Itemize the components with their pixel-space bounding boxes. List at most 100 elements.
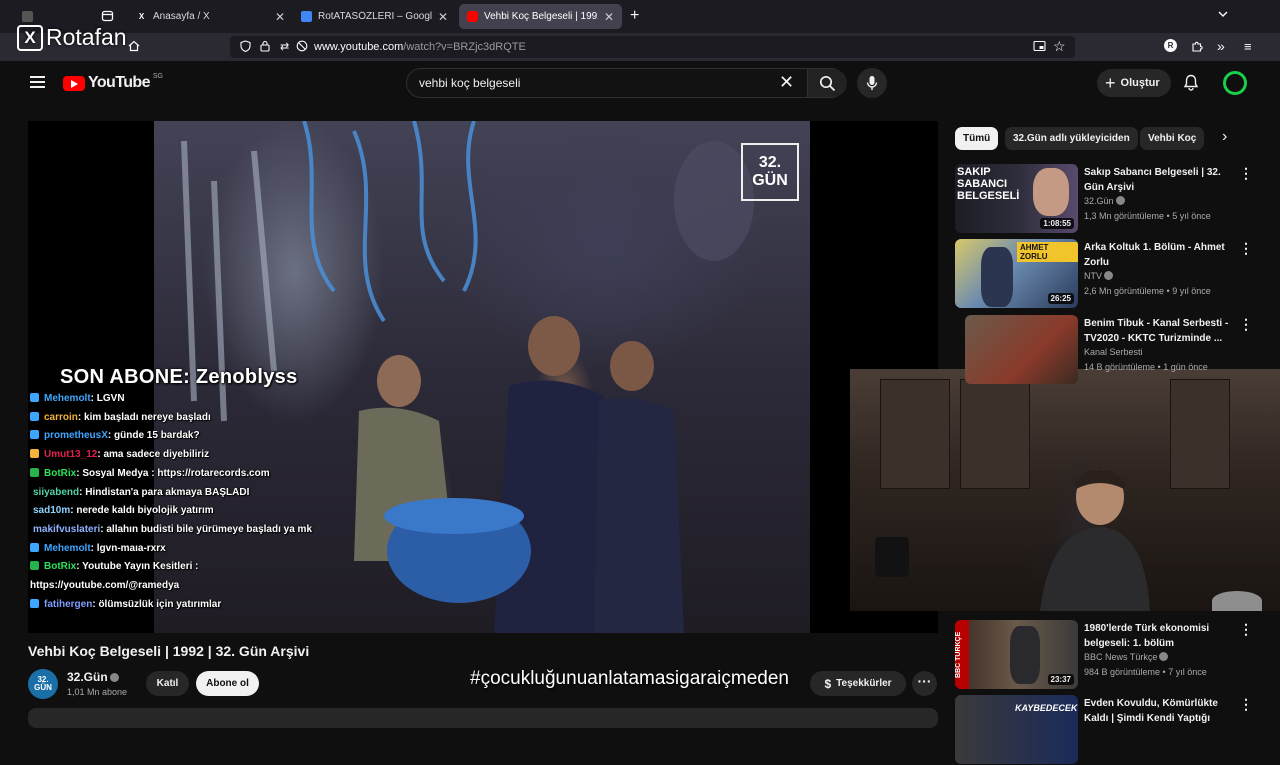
chat-text: https://youtube.com/@ramedya: [30, 580, 180, 592]
streamer-logo-text: Rotafan: [46, 24, 127, 50]
thanks-button[interactable]: $ Teşekkürler: [810, 671, 906, 696]
video-title[interactable]: Benim Tibuk - Kanal Serbesti - TV2020 - …: [1084, 316, 1234, 346]
tab-google-docs[interactable]: RotATASÖZLERİ – Google Dokü ✕: [293, 4, 456, 29]
chip-all[interactable]: Tümü: [955, 127, 999, 150]
recommended-video[interactable]: BBC TÜRKÇE 23:37 1980'lerde Türk ekonomi…: [955, 620, 1265, 690]
streamer-logo: X Rotafan: [17, 24, 127, 51]
recommended-video[interactable]: AHMET ZORLU 26:25 Arka Koltuk 1. Bölüm -…: [955, 239, 1265, 309]
extensions-puzzle-icon[interactable]: [1191, 40, 1203, 55]
channel-name[interactable]: 32.Gün: [67, 670, 119, 684]
chat-username: fatihergen: [44, 598, 93, 610]
clear-search-icon[interactable]: ✕: [779, 72, 794, 93]
close-tab-icon[interactable]: ✕: [275, 10, 285, 24]
close-tab-icon[interactable]: ✕: [604, 10, 614, 24]
x-logo-icon: X: [17, 24, 43, 51]
new-tab-icon[interactable]: +: [630, 7, 639, 25]
chip-from-uploader[interactable]: 32.Gün adlı yükleyiciden: [1005, 127, 1138, 150]
overflow-chevrons-icon[interactable]: »: [1217, 38, 1225, 54]
tab-list-chevron-icon[interactable]: [1217, 8, 1229, 23]
url-host: www.youtube.com: [314, 41, 404, 53]
video-thumbnail[interactable]: SAKIP SABANCI BELGESELİ 1:08:55: [955, 164, 1078, 233]
search-box[interactable]: vehbi koç belgeseli ✕: [406, 68, 847, 98]
create-button[interactable]: + Oluştur: [1097, 69, 1171, 97]
video-duration: 23:37: [1047, 674, 1074, 685]
video-duration: 26:25: [1047, 293, 1074, 304]
account-avatar[interactable]: [1223, 71, 1247, 95]
channel-name[interactable]: 32.Gün: [1084, 196, 1125, 206]
chat-username: siiyabend: [33, 486, 80, 498]
notifications-bell-icon[interactable]: [1183, 74, 1199, 96]
subscriber-count: 1,01 Mn abone: [67, 687, 128, 697]
permissions-icon[interactable]: ⇄: [280, 40, 289, 53]
bookmark-star-icon[interactable]: ☆: [1053, 38, 1066, 55]
verified-check-icon: [1104, 271, 1113, 280]
video-thumbnail[interactable]: AHMET ZORLU 26:25: [955, 239, 1078, 308]
chat-username: makifvuslateri: [33, 523, 101, 535]
video-player[interactable]: 32. GÜN SON ABONE: Zenoblyss Mehemolt: L…: [28, 121, 938, 633]
close-tab-icon[interactable]: ✕: [438, 10, 448, 24]
thumbnail-text: SAKIP SABANCI BELGESELİ: [957, 166, 1020, 202]
video-title[interactable]: Arka Koltuk 1. Bölüm - Ahmet Zorlu: [1084, 240, 1234, 270]
hamburger-menu-icon[interactable]: [30, 76, 45, 88]
video-meta: 2,6 Mn görüntüleme • 9 yıl önce: [1084, 286, 1211, 296]
chip-vehbi-koc[interactable]: Vehbi Koç: [1140, 127, 1205, 150]
tab-title: RotATASÖZLERİ – Google Dokü: [318, 11, 432, 22]
join-button[interactable]: Katıl: [146, 671, 189, 696]
app-menu-icon[interactable]: ≡: [1244, 39, 1252, 54]
video-title[interactable]: Sakıp Sabancı Belgeseli | 32. Gün Arşivi: [1084, 165, 1234, 195]
tab-overview-icon[interactable]: [101, 9, 114, 25]
thanks-label: Teşekkürler: [836, 678, 892, 689]
channel-name-text: BBC News Türkçe: [1084, 652, 1158, 662]
channel-name[interactable]: Kanal Serbesti: [1084, 347, 1143, 357]
picture-in-picture-icon[interactable]: [1033, 40, 1046, 55]
video-thumbnail[interactable]: [965, 315, 1078, 384]
lock-icon[interactable]: [260, 40, 270, 55]
video-options-icon[interactable]: ⋮: [1239, 316, 1253, 333]
extension-r-icon[interactable]: R: [1164, 39, 1177, 52]
video-options-icon[interactable]: ⋮: [1239, 621, 1253, 638]
thumbnail-face: [1033, 168, 1069, 216]
channel-avatar[interactable]: 32. GÜN: [28, 669, 58, 699]
chat-message: Mehemolt: LGVN: [30, 390, 370, 409]
thumbnail-text: BBC TÜRKÇE: [955, 620, 969, 689]
video-title[interactable]: 1980'lerde Türk ekonomisi belgeseli: 1. …: [1084, 621, 1234, 651]
tab-youtube[interactable]: Vehbi Koç Belgeseli | 1992 | 32. ✕: [459, 4, 622, 29]
youtube-logo[interactable]: YouTube SG: [63, 73, 163, 92]
tab-x[interactable]: X Anasayfa / X ✕: [128, 4, 293, 29]
chat-text: : Hindistan'a para akmaya BAŞLADI: [79, 486, 250, 498]
video-options-icon[interactable]: ⋮: [1239, 696, 1253, 713]
chat-text: : lgvn-maıa-rxrx: [90, 542, 166, 554]
docs-favicon-icon: [301, 11, 312, 22]
video-thumbnail[interactable]: BBC TÜRKÇE 23:37: [955, 620, 1078, 689]
chat-message: carroin: kim başladı nereye başladı: [30, 409, 370, 428]
url-bar[interactable]: www.youtube.com/watch?v=BRZjc3dRQTE: [230, 36, 1075, 58]
description-box[interactable]: [28, 708, 938, 728]
chat-message: Umut13_12: ama sadece diyebiliriz: [30, 446, 370, 465]
channel-name[interactable]: BBC News Türkçe: [1084, 652, 1169, 662]
video-title[interactable]: Evden Kovuldu, Kömürlükte Kaldı | Şimdi …: [1084, 696, 1234, 726]
shield-icon[interactable]: [240, 40, 251, 55]
recommended-video[interactable]: KAYBEDECEK Evden Kovuldu, Kömürlükte Kal…: [955, 695, 1265, 765]
chips-next-chevron-icon[interactable]: ›: [1222, 128, 1227, 146]
video-options-icon[interactable]: ⋮: [1239, 165, 1253, 182]
chat-username: BotRix: [44, 561, 77, 573]
search-input[interactable]: vehbi koç belgeseli: [419, 76, 520, 90]
recommended-video[interactable]: SAKIP SABANCI BELGESELİ 1:08:55 Sakıp Sa…: [955, 164, 1265, 234]
channel-name[interactable]: NTV: [1084, 271, 1113, 281]
video-thumbnail[interactable]: KAYBEDECEK: [955, 695, 1078, 764]
recommended-video[interactable]: Benim Tibuk - Kanal Serbesti - TV2020 - …: [955, 315, 1265, 385]
video-meta: 984 B görüntüleme • 7 yıl önce: [1084, 667, 1207, 677]
more-actions-button[interactable]: ···: [912, 671, 937, 696]
voice-search-button[interactable]: [857, 68, 887, 98]
thermos: [875, 537, 909, 577]
browser-tab-bar: X Anasayfa / X ✕ RotATASÖZLERİ – Google …: [0, 0, 1280, 33]
channel-name-text: 32.Gün: [67, 670, 108, 684]
chat-badge-icon: [30, 430, 39, 440]
chat-username: carroin: [44, 411, 78, 423]
stream-hashtag-overlay: #çocukluğunuanlatamasigaraiçmeden: [470, 668, 789, 689]
video-options-icon[interactable]: ⋮: [1239, 240, 1253, 257]
subscribe-button[interactable]: Abone ol: [196, 671, 259, 696]
no-tracking-icon[interactable]: [296, 40, 308, 55]
home-icon[interactable]: [128, 40, 140, 55]
search-button[interactable]: [807, 69, 847, 97]
